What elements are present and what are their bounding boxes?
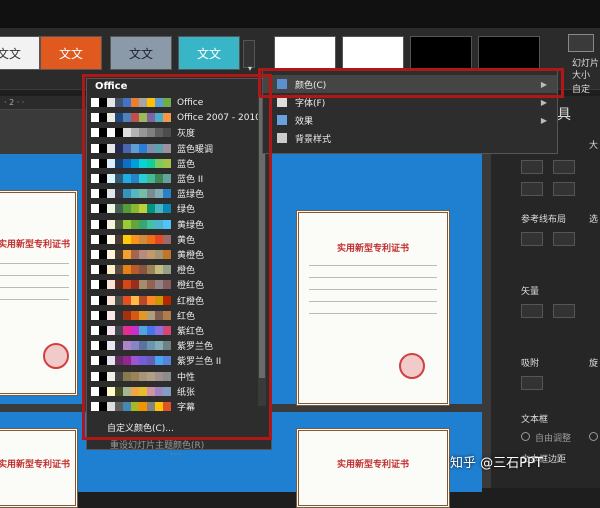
customize-label[interactable]: 自定 [572,82,590,95]
certificate-title: 实用新型专利证书 [0,240,70,250]
slide-size-label-2[interactable]: 大小 [572,68,590,81]
autofit-radio[interactable] [521,432,530,441]
snap-label: 吸附 [521,359,540,369]
panel-icon-3[interactable] [521,182,543,196]
panel-icon-5[interactable] [521,232,543,246]
submenu-item[interactable]: 背景样式 [263,129,557,147]
variant-thumbnail-2[interactable] [342,36,404,70]
textbox-label: 文本框 [521,415,549,425]
variant-thumbnail-3[interactable] [410,36,472,70]
panel-icon-4[interactable] [553,182,575,196]
background-icon [277,133,287,143]
red-seal-icon [43,343,69,369]
submenu-arrow-icon: ▶ [540,97,547,107]
submenu-arrow-icon: ▶ [540,115,547,125]
panel-icon-9[interactable] [521,376,543,390]
certificate-title: 实用新型专利证书 [0,460,70,470]
variant-thumbnail-4[interactable] [478,36,540,70]
highlight-box-color-menu [82,74,272,440]
panel-tools-label: 具 [557,107,571,123]
certificate-title: 实用新型专利证书 [336,460,409,470]
patent-certificate-left: 实用新型专利证书 [0,190,78,396]
patent-certificate-bottom-left: 实用新型专利证书 [0,428,78,508]
submenu-item[interactable]: 效果 ▶ [263,111,557,129]
autofit-label: 自由调整 [535,434,572,444]
effects-icon [277,115,287,125]
font-icon [277,97,287,107]
panel-icon-6[interactable] [553,232,575,246]
panel-icon-2[interactable] [553,160,575,174]
submenu-item-label: 背景样式 [295,134,332,145]
theme-thumbnail-4[interactable]: 文文 [178,36,240,70]
fit-radio-2[interactable] [589,432,598,441]
highlight-box-color-item [258,68,564,98]
panel-icon-1[interactable] [521,160,543,174]
theme-thumbnail-1[interactable]: 文文 [0,36,40,70]
patent-certificate-bottom-right: 实用新型专利证书 [296,428,450,508]
ruler-ticks: · 2 · · [4,98,25,107]
menu-resize-handle[interactable]: ···· [170,450,181,460]
gallery-more-icon[interactable]: ▾ [248,64,252,73]
slide-size-icon[interactable] [568,34,594,52]
format-side-panel: 具 大 参考线布局 选 矢量 吸附 旋 文本框 自由调整 文本框边距 [490,96,600,488]
vector-label: 矢量 [521,287,540,297]
window-top-strip [0,0,600,28]
panel-label-big: 大 [589,141,599,151]
panel-label-sel: 选 [589,215,599,225]
red-seal-icon [399,353,425,379]
theme-thumbnail-3[interactable]: 文文 [110,36,172,70]
reference-lines-label: 参考线布局 [521,215,567,225]
panel-icon-8[interactable] [553,304,575,318]
panel-label-rot: 旋 [589,359,599,369]
submenu-item-label: 效果 [295,116,314,127]
panel-icon-7[interactable] [521,304,543,318]
variant-thumbnail-1[interactable] [274,36,336,70]
watermark-text: 知乎 @三石PPT [450,456,543,471]
certificate-title: 实用新型专利证书 [336,244,409,254]
patent-certificate-right: 实用新型专利证书 [296,210,450,406]
theme-thumbnail-2[interactable]: 文文 [40,36,102,70]
